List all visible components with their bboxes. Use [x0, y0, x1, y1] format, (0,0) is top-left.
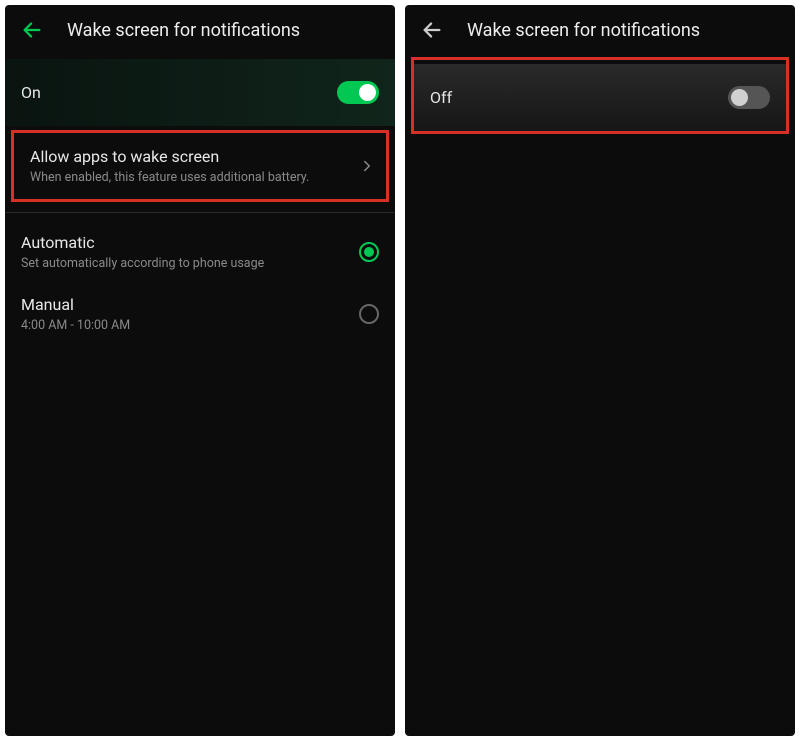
page-title: Wake screen for notifications [67, 20, 300, 41]
radio-text: Manual 4:00 AM - 10:00 AM [21, 295, 130, 333]
radio-subtitle: 4:00 AM - 10:00 AM [21, 318, 130, 333]
radio-title: Manual [21, 295, 130, 314]
allow-apps-subtitle: When enabled, this feature uses addition… [30, 170, 309, 185]
main-toggle-row[interactable]: Off [414, 64, 786, 131]
main-toggle-row[interactable]: On [5, 59, 395, 126]
radio-button[interactable] [359, 242, 379, 262]
radio-subtitle: Set automatically according to phone usa… [21, 256, 264, 271]
allow-apps-row[interactable]: Allow apps to wake screen When enabled, … [14, 133, 386, 199]
main-toggle-switch[interactable] [728, 86, 770, 109]
main-toggle-label: Off [430, 88, 452, 107]
switch-thumb [359, 84, 376, 101]
radio-option-manual[interactable]: Manual 4:00 AM - 10:00 AM [5, 283, 395, 345]
allow-apps-text: Allow apps to wake screen When enabled, … [30, 147, 309, 185]
main-toggle-switch[interactable] [337, 81, 379, 104]
back-arrow-icon[interactable] [421, 19, 443, 41]
radio-title: Automatic [21, 233, 264, 252]
page-title: Wake screen for notifications [467, 20, 700, 41]
phone-screen-left: Wake screen for notifications On Allow a… [5, 5, 395, 736]
radio-text: Automatic Set automatically according to… [21, 233, 264, 271]
phone-screen-right: Wake screen for notifications Off [405, 5, 795, 736]
radio-selected-icon [364, 247, 374, 257]
switch-thumb [731, 89, 748, 106]
highlight-box: Allow apps to wake screen When enabled, … [11, 130, 389, 202]
header: Wake screen for notifications [405, 5, 795, 55]
highlight-box: Off [411, 57, 789, 134]
chevron-right-icon [358, 157, 376, 175]
back-arrow-icon[interactable] [21, 19, 43, 41]
main-toggle-label: On [21, 83, 41, 102]
divider [5, 212, 395, 213]
radio-option-automatic[interactable]: Automatic Set automatically according to… [5, 221, 395, 283]
header: Wake screen for notifications [5, 5, 395, 55]
allow-apps-title: Allow apps to wake screen [30, 147, 309, 166]
radio-button[interactable] [359, 304, 379, 324]
